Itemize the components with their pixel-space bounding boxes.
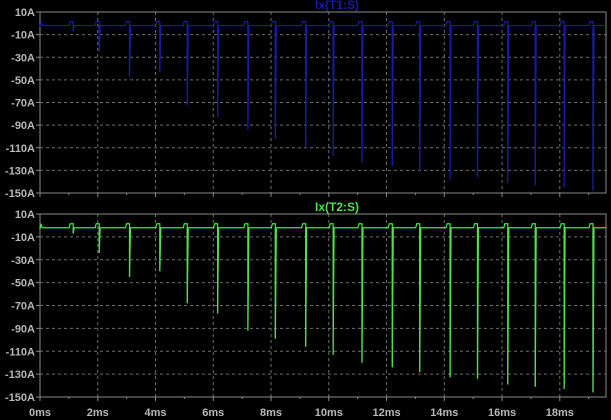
waveform-plot: 10A -10A -30A -50A -70A -90A -110A -130A -150A Ix… — [5, 0, 607, 419]
trace-title: Ix(T2:S) — [315, 200, 359, 214]
y-tick-label: -70A — [11, 98, 35, 110]
x-tick-label: 2ms — [87, 407, 109, 419]
x-tick-label: 6ms — [202, 407, 224, 419]
x-tick-label: 14ms — [430, 407, 458, 419]
y-tick-label: -50A — [11, 75, 35, 87]
chart-panel-2: 10A -10A -30A -50A -70A -90A -110A -130A -150A Ix… — [5, 200, 607, 404]
y-tick-label: -30A — [11, 255, 35, 267]
y-tick-label: -130A — [5, 369, 35, 381]
y-tick-label: -10A — [11, 30, 35, 42]
x-axis: 0ms 2ms 4ms 6ms 8ms 10ms 12ms 14ms 16ms 18ms — [29, 407, 574, 419]
y-tick-label: 10A — [15, 7, 35, 19]
trace-line — [39, 223, 606, 393]
x-tick-label: 8ms — [260, 407, 282, 419]
x-tick-label: 10ms — [315, 407, 343, 419]
x-tick-label: 4ms — [144, 407, 166, 419]
y-tick-label: -70A — [11, 301, 35, 313]
y-tick-label: -90A — [11, 323, 35, 335]
y-tick-label: -110A — [6, 143, 35, 155]
y-tick-label: -150A — [5, 188, 35, 200]
trace-line — [39, 21, 606, 191]
y-tick-label: -10A — [11, 232, 35, 244]
y-tick-label: -150A — [5, 392, 35, 404]
y-tick-label: -110A — [6, 346, 35, 358]
y-tick-label: 10A — [15, 209, 35, 221]
x-tick-label: 16ms — [488, 407, 516, 419]
x-tick-label: 12ms — [372, 407, 400, 419]
chart-panel-1: 10A -10A -30A -50A -70A -90A -110A -130A -150A Ix… — [5, 0, 607, 200]
y-tick-label: -50A — [11, 278, 35, 290]
x-tick-label: 0ms — [29, 407, 51, 419]
y-tick-label: -130A — [5, 165, 35, 177]
x-tick-label: 18ms — [546, 407, 574, 419]
y-tick-label: -90A — [11, 120, 35, 132]
trace-title: Ix(T1:S) — [315, 0, 359, 12]
y-tick-label: -30A — [11, 52, 35, 64]
